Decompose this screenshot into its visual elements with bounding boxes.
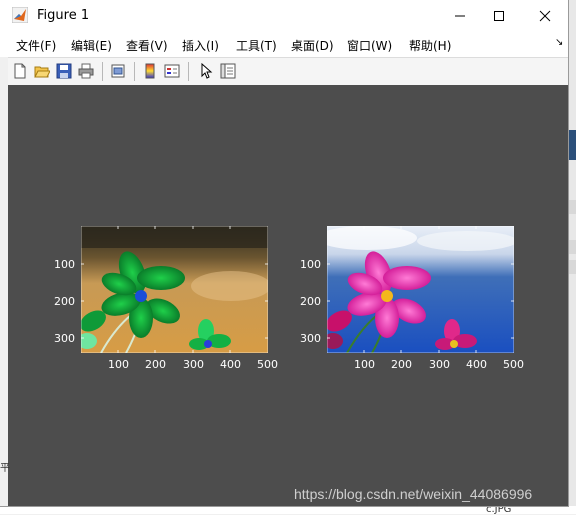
xtick-label: 100	[354, 358, 375, 371]
toolbar-separator	[102, 62, 103, 81]
new-figure-icon[interactable]	[10, 62, 30, 80]
close-button[interactable]	[522, 0, 568, 31]
menu-dock-arrow-icon[interactable]: ↘	[555, 37, 563, 48]
print-preview-icon[interactable]	[108, 62, 128, 80]
ytick-label: 300	[300, 332, 321, 345]
menu-insert[interactable]: 插入(I)	[182, 37, 219, 54]
menu-edit[interactable]: 编辑(E)	[71, 37, 112, 54]
xtick-label: 300	[429, 358, 450, 371]
colorbar-icon[interactable]	[140, 62, 160, 80]
menu-window[interactable]: 窗口(W)	[347, 37, 392, 54]
menu-file[interactable]: 文件(F)	[16, 37, 56, 54]
figure-window: Figure 1 文件(F) 编辑(E) 查看(V) 插入(I) 工具(T) 桌…	[0, 0, 569, 507]
image-original-flower	[327, 226, 514, 353]
figure-toolbar	[8, 57, 568, 86]
ytick-label: 100	[300, 258, 321, 271]
menu-bar: 文件(F) 编辑(E) 查看(V) 插入(I) 工具(T) 桌面(D) 窗口(W…	[0, 31, 568, 57]
save-icon[interactable]	[54, 62, 74, 80]
toolbar-separator	[134, 62, 135, 81]
xtick-label: 400	[220, 358, 241, 371]
maximize-button[interactable]	[476, 0, 522, 31]
xtick-label: 200	[391, 358, 412, 371]
figure-canvas[interactable]: 100 200 300 100 200 300 400 500 100 200 …	[8, 85, 568, 506]
open-file-icon[interactable]	[32, 62, 52, 80]
property-editor-icon[interactable]	[218, 62, 238, 80]
ytick-label: 100	[54, 258, 75, 271]
menu-view[interactable]: 查看(V)	[126, 37, 168, 54]
background-desktop-strip	[568, 0, 576, 514]
print-icon[interactable]	[76, 62, 96, 80]
image-inverted-flower	[81, 226, 268, 353]
axes-right[interactable]	[327, 226, 514, 353]
toolbar-separator	[188, 62, 189, 81]
menu-tools[interactable]: 工具(T)	[236, 37, 277, 54]
pointer-icon[interactable]	[196, 62, 216, 80]
xtick-label: 200	[145, 358, 166, 371]
xtick-label: 500	[257, 358, 278, 371]
ytick-label: 300	[54, 332, 75, 345]
background-text-fragment: 平	[0, 463, 10, 474]
matlab-icon	[11, 6, 29, 24]
xtick-label: 400	[466, 358, 487, 371]
axes-left[interactable]	[81, 226, 268, 353]
menu-desktop[interactable]: 桌面(D)	[291, 37, 334, 54]
ytick-label: 200	[300, 295, 321, 308]
watermark-text: https://blog.csdn.net/weixin_44086996	[294, 486, 533, 502]
xtick-label: 100	[108, 358, 129, 371]
xtick-label: 500	[503, 358, 524, 371]
ytick-label: 200	[54, 295, 75, 308]
title-bar[interactable]: Figure 1	[0, 0, 568, 31]
xtick-label: 300	[183, 358, 204, 371]
window-title: Figure 1	[37, 8, 90, 23]
legend-icon[interactable]	[162, 62, 182, 80]
menu-help[interactable]: 帮助(H)	[409, 37, 451, 54]
